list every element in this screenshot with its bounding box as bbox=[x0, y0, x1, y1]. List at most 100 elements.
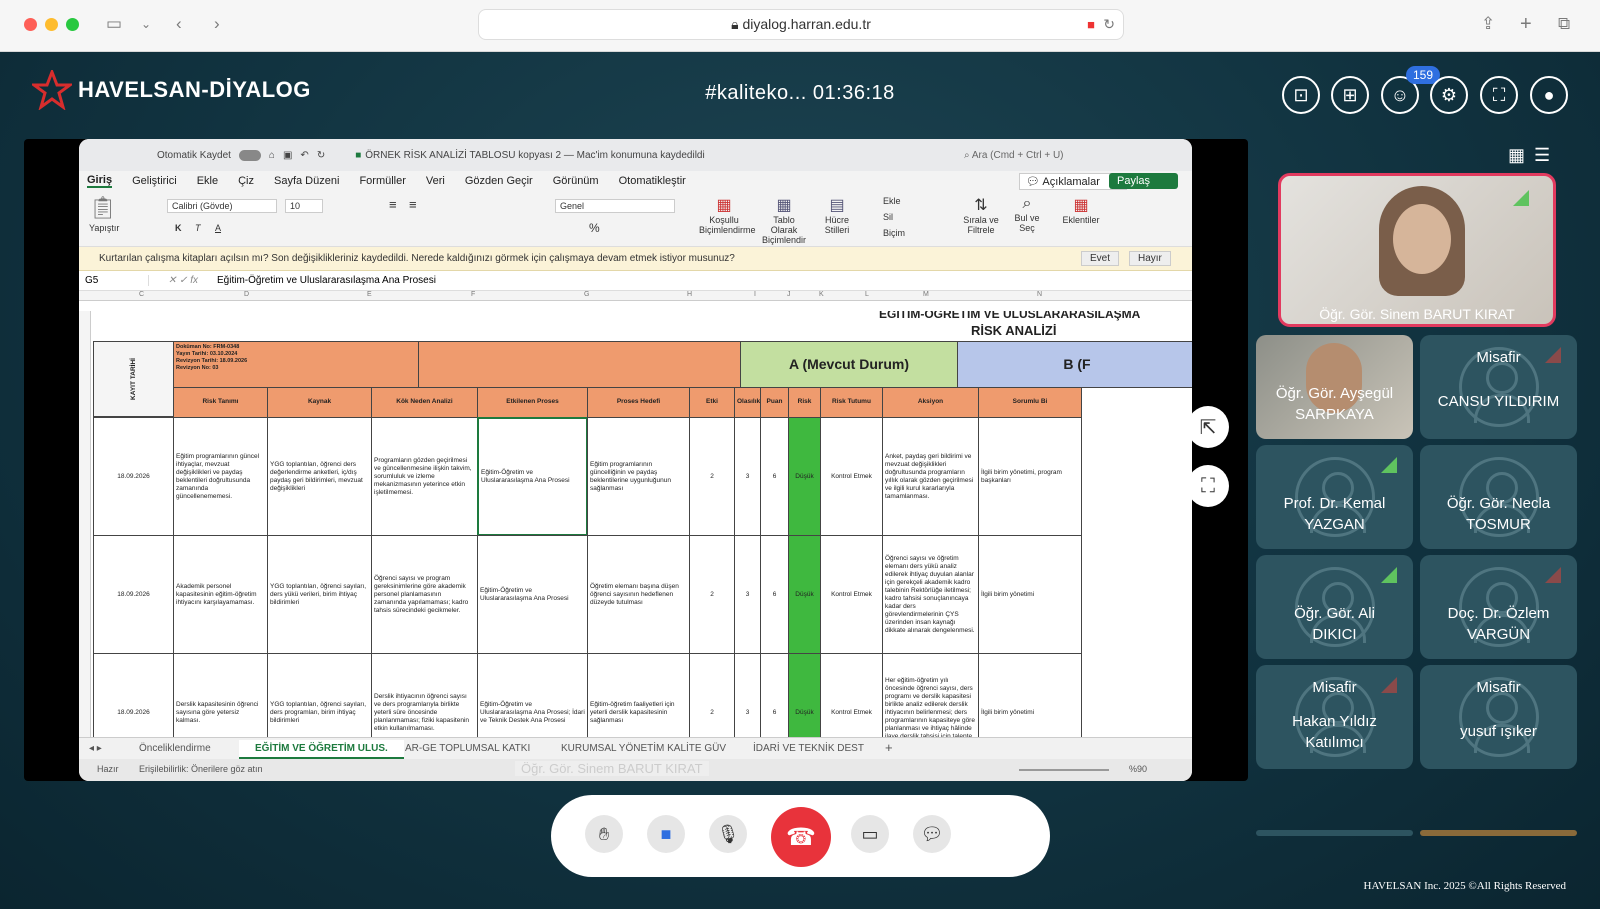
tab-veri[interactable]: Veri bbox=[426, 175, 445, 187]
table-cell[interactable]: 3 bbox=[734, 653, 761, 737]
table-cell[interactable]: Her eğitim-öğretim yılı öncesinde öğrenc… bbox=[882, 653, 979, 737]
bold-button[interactable]: K bbox=[175, 223, 182, 233]
tab-ekle[interactable]: Ekle bbox=[197, 175, 218, 187]
table-cell[interactable]: 18.09.2026 bbox=[93, 535, 174, 654]
table-cell[interactable]: Öğretim elemanı başına düşen öğrenci say… bbox=[587, 535, 690, 654]
sheet-nav-icon[interactable]: ◂ ▸ bbox=[89, 743, 102, 754]
table-cell[interactable]: Anket, paydaş geri bildirimi ve mevzuat … bbox=[882, 417, 979, 536]
participant-tile[interactable]: Misafir yusuf ışıker bbox=[1420, 665, 1577, 769]
table-cell[interactable]: İlgili birim yönetimi bbox=[978, 653, 1082, 737]
paste-button[interactable]: 📋︎ bbox=[89, 195, 117, 221]
chevron-down-icon[interactable]: ⌄ bbox=[141, 14, 151, 34]
table-cell[interactable]: Düşük bbox=[788, 535, 821, 654]
sheet-tab-onceliklendirme[interactable]: Önceliklendirme bbox=[139, 743, 211, 754]
accessibility-status[interactable]: Erişilebilirlik: Önerilere göz atın bbox=[139, 764, 263, 774]
number-format-select[interactable]: Genel bbox=[555, 199, 675, 213]
table-cell[interactable]: 18.09.2026 bbox=[93, 417, 174, 536]
participant-tile[interactable]: Öğr. Gör. Ayşegül SARPKAYA bbox=[1256, 335, 1413, 439]
table-cell[interactable]: 2 bbox=[689, 653, 735, 737]
table-cell[interactable]: 18.09.2026 bbox=[93, 653, 174, 737]
table-cell[interactable]: Kontrol Etmek bbox=[820, 417, 883, 536]
settings-button[interactable]: ⚙ bbox=[1430, 76, 1468, 114]
formula-input[interactable]: Eğitim-Öğretim ve Uluslararasılaşma Ana … bbox=[217, 275, 436, 286]
zoom-slider[interactable] bbox=[1019, 769, 1109, 771]
recovery-no-button[interactable]: Hayır bbox=[1129, 251, 1171, 266]
featured-video-tile[interactable]: Öğr. Gör. Sinem BARUT KIRAT bbox=[1278, 173, 1556, 327]
share-icon[interactable]: ⇪ bbox=[1481, 14, 1495, 34]
format-cells-button[interactable]: Biçim bbox=[883, 228, 905, 238]
participant-tile[interactable]: Prof. Dr. Kemal YAZGAN bbox=[1256, 445, 1413, 549]
close-window-button[interactable] bbox=[24, 18, 37, 31]
recovery-yes-button[interactable]: Evet bbox=[1081, 251, 1120, 266]
sheet-tab-arge[interactable]: AR-GE TOPLUMSAL KATKI bbox=[405, 743, 530, 754]
table-cell[interactable]: 6 bbox=[760, 417, 789, 536]
lock-meeting-button[interactable]: ⊡ bbox=[1282, 76, 1320, 114]
back-icon[interactable]: ‹ bbox=[176, 14, 182, 34]
underline-button[interactable]: A bbox=[215, 223, 221, 233]
sort-filter-button[interactable]: ⇅ Sırala ve Filtrele bbox=[959, 195, 1003, 235]
address-bar[interactable]: 🔒︎ diyalog.harran.edu.tr ■ ↻ bbox=[478, 9, 1124, 40]
tab-gozden-gecir[interactable]: Gözden Geçir bbox=[465, 175, 533, 187]
popout-button[interactable]: ⇱ bbox=[1187, 406, 1229, 448]
table-cell[interactable]: Öğrenci sayısı ve öğretim elemanı ders y… bbox=[882, 535, 979, 654]
search-input[interactable]: ⌕ Ara (Cmd + Ctrl + U) bbox=[964, 150, 1064, 161]
sheet-tab-idari[interactable]: İDARİ VE TEKNİK DEST bbox=[753, 743, 864, 754]
table-cell[interactable]: Eğitim programlarının güncelliğinin ve p… bbox=[587, 417, 690, 536]
minimize-window-button[interactable] bbox=[45, 18, 58, 31]
table-cell[interactable]: Eğitim-Öğretim ve Uluslararasılaşma Ana … bbox=[477, 417, 588, 536]
table-cell[interactable]: İlgili birim yönetimi, program başkanlar… bbox=[978, 417, 1082, 536]
participant-tile[interactable]: Öğr. Gör. Necla TOSMUR bbox=[1420, 445, 1577, 549]
table-cell[interactable]: 2 bbox=[689, 535, 735, 654]
forward-icon[interactable]: › bbox=[214, 14, 220, 34]
table-cell[interactable]: 6 bbox=[760, 653, 789, 737]
table-cell[interactable]: YGG toplantıları, öğrenci ders değerlend… bbox=[267, 417, 372, 536]
tab-ciz[interactable]: Çiz bbox=[238, 175, 254, 187]
tab-gorunum[interactable]: Görünüm bbox=[553, 175, 599, 187]
reload-icon[interactable]: ↻ bbox=[1103, 10, 1115, 39]
table-cell[interactable]: Eğitim-Öğretim ve Uluslararasılaşma Ana … bbox=[477, 653, 588, 737]
font-name-select[interactable]: Calibri (Gövde) bbox=[167, 199, 277, 213]
table-cell[interactable]: 6 bbox=[760, 535, 789, 654]
table-cell[interactable]: Kontrol Etmek bbox=[820, 535, 883, 654]
table-cell[interactable]: Eğitim-Öğretim ve Uluslararasılaşma Ana … bbox=[477, 535, 588, 654]
sheet-tab-egitim[interactable]: EĞİTİM VE ÖĞRETİM ULUS. bbox=[239, 740, 404, 759]
tab-gelistirici[interactable]: Geliştirici bbox=[132, 175, 177, 187]
table-cell[interactable]: 3 bbox=[734, 417, 761, 536]
table-cell[interactable]: 3 bbox=[734, 535, 761, 654]
name-box[interactable]: G5 bbox=[79, 275, 149, 286]
grid-view-icon[interactable]: ▦ bbox=[1508, 145, 1525, 166]
participant-tile[interactable]: Misafir CANSU YILDIRIM bbox=[1420, 335, 1577, 439]
conditional-format-button[interactable]: ▦ Koşullu Biçimlendirme bbox=[699, 195, 756, 235]
home-icon[interactable]: ⌂ bbox=[269, 150, 275, 161]
table-cell[interactable]: Düşük bbox=[788, 417, 821, 536]
chat-button[interactable]: 💬︎ bbox=[913, 815, 951, 853]
table-cell[interactable]: Kontrol Etmek bbox=[820, 653, 883, 737]
participant-tile[interactable]: Doç. Dr. Özlem VARGÜN bbox=[1420, 555, 1577, 659]
insert-cells-button[interactable]: Ekle bbox=[883, 196, 901, 206]
save-icon[interactable]: ▣ bbox=[283, 150, 292, 161]
find-select-button[interactable]: ⌕ Bul ve Seç bbox=[1007, 195, 1047, 233]
camera-in-use-icon[interactable]: ■ bbox=[1087, 10, 1095, 39]
raise-hand-button[interactable]: ✋︎ bbox=[585, 815, 623, 853]
sheet-tab-kurumsal[interactable]: KURUMSAL YÖNETİM KALİTE GÜV bbox=[561, 743, 726, 754]
fullscreen-button[interactable]: ⛶ bbox=[1480, 76, 1518, 114]
autosave-toggle[interactable] bbox=[238, 149, 261, 161]
sidebar-icon[interactable]: ▭ bbox=[106, 14, 122, 34]
tab-giris[interactable]: Giriş bbox=[87, 174, 113, 188]
profile-button[interactable]: ● bbox=[1530, 76, 1568, 114]
align-center-icon[interactable]: ≡ bbox=[409, 197, 417, 212]
new-tab-icon[interactable]: + bbox=[1520, 14, 1532, 34]
camera-button[interactable]: ■ bbox=[647, 815, 685, 853]
italic-button[interactable]: T bbox=[195, 223, 201, 233]
align-left-icon[interactable]: ≡ bbox=[389, 197, 397, 212]
expand-share-button[interactable]: ⛶ bbox=[1187, 465, 1229, 507]
table-cell[interactable]: YGG toplantıları, öğrenci sayıları, ders… bbox=[267, 535, 372, 654]
cell-styles-button[interactable]: ▤ Hücre Stilleri bbox=[815, 195, 859, 235]
table-cell[interactable]: Derslik kapasitesinin öğrenci sayısına g… bbox=[173, 653, 268, 737]
participant-tile[interactable]: Misafir Hakan Yıldız Katılımcı bbox=[1256, 665, 1413, 769]
font-size-select[interactable]: 10 bbox=[285, 199, 323, 213]
tab-formuller[interactable]: Formüller bbox=[359, 175, 405, 187]
table-cell[interactable]: İlgili birim yönetimi bbox=[978, 535, 1082, 654]
list-view-icon[interactable]: ☰ bbox=[1534, 145, 1550, 166]
redo-icon[interactable]: ↻ bbox=[317, 150, 325, 161]
